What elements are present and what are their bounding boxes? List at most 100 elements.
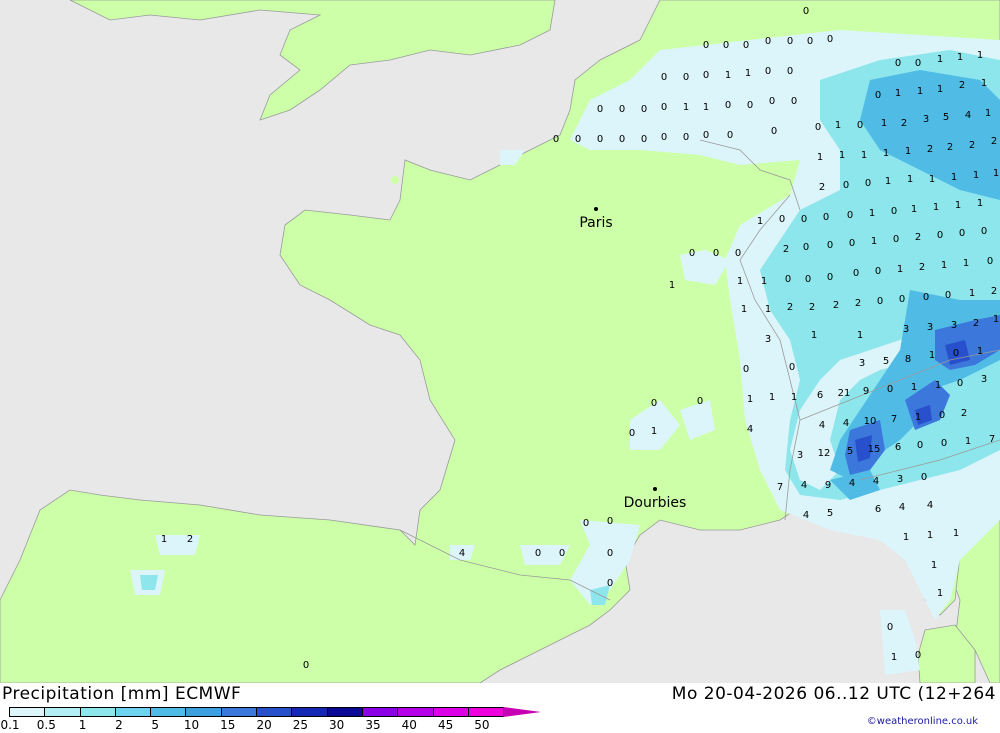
precip-value: 2 xyxy=(783,244,789,255)
precip-value: 4 xyxy=(927,500,933,511)
credit-link[interactable]: ©weatheronline.co.uk xyxy=(867,716,978,727)
legend-swatch xyxy=(326,707,363,717)
precip-value: 4 xyxy=(801,480,807,491)
precip-value: 0 xyxy=(607,548,613,559)
precip-value: 2 xyxy=(187,534,193,545)
precip-value: 1 xyxy=(747,394,753,405)
precip-value: 3 xyxy=(859,358,865,369)
precip-value: 4 xyxy=(849,478,855,489)
precip-value: 0 xyxy=(651,398,657,409)
precip-value: 4 xyxy=(873,476,879,487)
precip-value: 5 xyxy=(827,508,833,519)
precip-value: 1 xyxy=(669,280,675,291)
legend-tick-label: 2 xyxy=(115,718,123,732)
precip-value: 0 xyxy=(661,102,667,113)
precip-value: 1 xyxy=(161,534,167,545)
precip-value: 1 xyxy=(869,208,875,219)
precip-value: 0 xyxy=(915,58,921,69)
precip-value: 1 xyxy=(791,392,797,403)
precip-value: 1 xyxy=(937,54,943,65)
precip-value: 0 xyxy=(865,178,871,189)
precip-value: 1 xyxy=(857,330,863,341)
precip-value: 0 xyxy=(803,6,809,17)
precip-value: 2 xyxy=(919,262,925,273)
city-label: Paris xyxy=(579,215,612,231)
precip-value: 0 xyxy=(937,230,943,241)
precip-value: 0 xyxy=(535,548,541,559)
legend-swatch xyxy=(9,707,46,717)
legend-tick-label: 1 xyxy=(78,718,87,732)
precip-value: 0 xyxy=(827,240,833,251)
precip-value: 1 xyxy=(917,86,923,97)
legend-tick-label: 35 xyxy=(365,718,381,732)
precip-value: 0 xyxy=(941,438,947,449)
precip-value: 1 xyxy=(905,146,911,157)
legend-swatch xyxy=(361,707,399,717)
precip-value: 1 xyxy=(741,304,747,315)
precip-value: 2 xyxy=(969,140,975,151)
precip-value: 3 xyxy=(897,474,903,485)
city-label: Dourbies xyxy=(624,495,687,511)
precip-value: 7 xyxy=(777,482,783,493)
precip-value: 0 xyxy=(727,130,733,141)
precip-value: 12 xyxy=(818,448,831,459)
precip-value: 1 xyxy=(885,176,891,187)
legend-labels: 0.1 0.5 1 2 5 10 15 20 25 30 35 40 45 50 xyxy=(0,718,520,732)
precip-value: 0 xyxy=(303,660,309,671)
precip-value: 1 xyxy=(915,412,921,423)
map-svg: Paris Dourbies 0 0 0 0 0 0 0 0 0 0 0 1 1 0 0 0 0 0 0 1 1 0 0 0 0… xyxy=(0,0,1000,684)
precip-value: 1 xyxy=(951,172,957,183)
precip-value: 1 xyxy=(927,530,933,541)
precip-value: 0 xyxy=(843,180,849,191)
precip-value: 0 xyxy=(807,36,813,47)
precip-value: 1 xyxy=(929,350,935,361)
precip-value: 0 xyxy=(893,234,899,245)
precip-value: 0 xyxy=(875,266,881,277)
precip-value: 1 xyxy=(703,102,709,113)
precip-value: 0 xyxy=(791,96,797,107)
precip-value: 0 xyxy=(779,214,785,225)
precip-value: 1 xyxy=(861,150,867,161)
precip-value: 1 xyxy=(937,84,943,95)
precip-value: 0 xyxy=(849,238,855,249)
precip-value: 0 xyxy=(803,242,809,253)
precip-value: 0 xyxy=(735,248,741,259)
precip-value: 0 xyxy=(981,226,987,237)
legend-swatch xyxy=(185,707,222,717)
precip-value: 1 xyxy=(725,70,731,81)
precip-value: 0 xyxy=(945,290,951,301)
precip-value: 0 xyxy=(895,58,901,69)
precip-value: 4 xyxy=(459,548,465,559)
legend-swatch xyxy=(79,707,116,717)
precip-value: 0 xyxy=(597,104,603,115)
precip-value: 4 xyxy=(843,418,849,429)
precip-value: 0 xyxy=(607,578,613,589)
precip-value: 0 xyxy=(619,104,625,115)
precip-value: 0 xyxy=(683,72,689,83)
precip-value: 0 xyxy=(827,272,833,283)
precip-value: 3 xyxy=(903,324,909,335)
precip-value: 1 xyxy=(911,382,917,393)
precip-value: 4 xyxy=(747,424,753,435)
precip-value: 2 xyxy=(947,142,953,153)
precip-value: 5 xyxy=(883,356,889,367)
precip-value: 0 xyxy=(661,132,667,143)
legend-tick-label: 25 xyxy=(292,718,309,732)
precip-value: 0 xyxy=(921,472,927,483)
precip-value: 3 xyxy=(951,320,957,331)
legend-swatch xyxy=(291,707,328,717)
precip-value: 1 xyxy=(745,68,751,79)
precip-value: 0 xyxy=(703,40,709,51)
precip-value: 1 xyxy=(993,314,999,325)
precip-value: 0 xyxy=(785,274,791,285)
precip-value: 0 xyxy=(629,428,635,439)
precip-value: 2 xyxy=(833,300,839,311)
legend-tick-label: 5 xyxy=(151,718,160,732)
precip-value: 0 xyxy=(857,120,863,131)
precip-value: 1 xyxy=(911,204,917,215)
precip-value: 0 xyxy=(877,296,883,307)
precip-value: 2 xyxy=(959,80,965,91)
precip-value: 1 xyxy=(769,392,775,403)
precip-value: 1 xyxy=(737,276,743,287)
city-marker xyxy=(653,487,657,491)
